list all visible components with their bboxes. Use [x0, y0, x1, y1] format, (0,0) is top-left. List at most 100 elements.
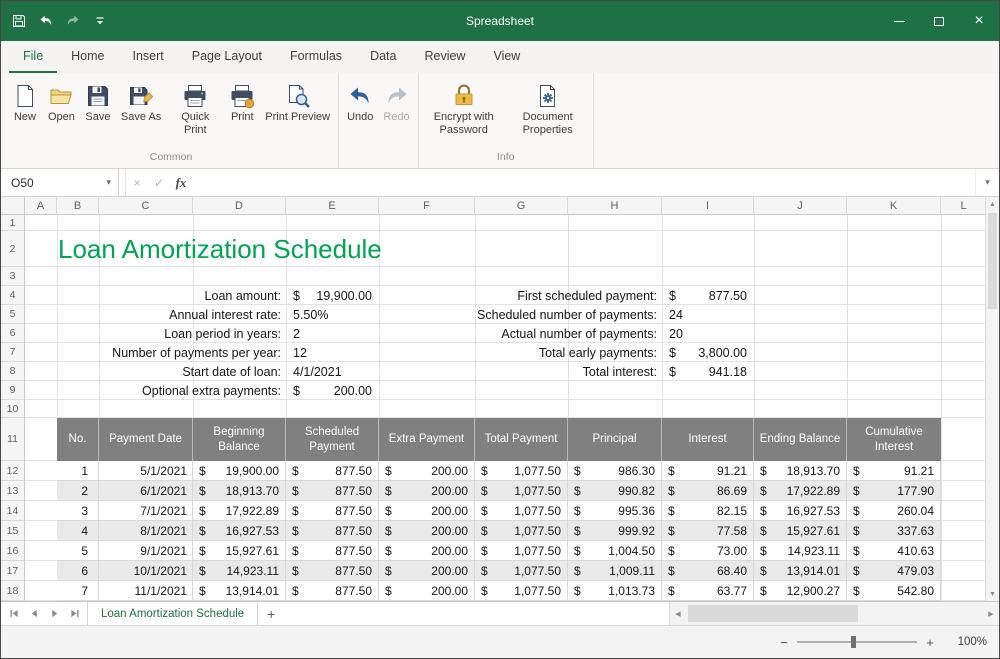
horizontal-scrollbar-track[interactable] — [686, 602, 983, 625]
row-header-7[interactable]: 7 — [1, 343, 25, 362]
cell-total-payment[interactable]: $1,077.50 — [475, 581, 568, 600]
info-label[interactable]: Total early payments: — [379, 343, 662, 362]
cell-cumulative-interest[interactable]: $177.90 — [847, 481, 941, 500]
cell-ending-balance[interactable]: $18,913.70 — [754, 461, 847, 480]
column-header-d[interactable]: D — [193, 197, 286, 215]
row-header-2[interactable]: 2 — [1, 231, 25, 267]
table-header-no[interactable]: No. — [57, 418, 99, 461]
save-button[interactable]: Save — [80, 80, 116, 127]
scroll-left-icon[interactable]: ◀ — [670, 610, 686, 618]
cell-extra-payment[interactable]: $200.00 — [379, 501, 475, 520]
cell-payment-date[interactable]: 6/1/2021 — [99, 481, 193, 500]
sheet-title[interactable]: Loan Amortization Schedule — [58, 231, 382, 267]
row-header-15[interactable]: 15 — [1, 521, 25, 541]
cell-principal[interactable]: $1,013.73 — [568, 581, 662, 600]
table-header-interest[interactable]: Interest — [662, 418, 754, 461]
zoom-in-button[interactable]: + — [921, 635, 939, 650]
cell-total-payment[interactable]: $1,077.50 — [475, 461, 568, 480]
row-header-18[interactable]: 18 — [1, 581, 25, 601]
cell-interest[interactable]: $77.58 — [662, 521, 754, 540]
cell-extra-payment[interactable]: $200.00 — [379, 461, 475, 480]
table-header-beginning-balance[interactable]: Beginning Balance — [193, 418, 286, 461]
cell-name-box[interactable]: O50 ▾ — [1, 169, 119, 196]
grid-row[interactable] — [25, 267, 985, 286]
maximize-button[interactable] — [919, 1, 959, 41]
sheet-tab-loan-amortization-schedule[interactable]: Loan Amortization Schedule — [87, 602, 258, 625]
table-header-payment-date[interactable]: Payment Date — [99, 418, 193, 461]
cell-principal[interactable]: $995.36 — [568, 501, 662, 520]
cell-beginning-balance[interactable]: $14,923.11 — [193, 561, 286, 580]
info-value[interactable]: $3,800.00 — [662, 343, 754, 362]
info-value[interactable]: $877.50 — [662, 286, 754, 305]
zoom-slider-thumb[interactable] — [851, 636, 856, 648]
cancel-formula-icon[interactable]: × — [126, 169, 148, 196]
formula-input[interactable] — [192, 169, 975, 196]
cell-scheduled-payment[interactable]: $877.50 — [286, 521, 379, 540]
row-header-12[interactable]: 12 — [1, 461, 25, 481]
row-header-16[interactable]: 16 — [1, 541, 25, 561]
cell-cumulative-interest[interactable]: $410.63 — [847, 541, 941, 560]
info-value[interactable]: 20 — [662, 324, 754, 343]
info-value[interactable]: 4/1/2021 — [286, 362, 379, 381]
last-sheet-icon[interactable] — [65, 602, 83, 625]
ribbon-tab-page-layout[interactable]: Page Layout — [178, 41, 276, 73]
cell-total-payment[interactable]: $1,077.50 — [475, 501, 568, 520]
cell-principal[interactable]: $999.92 — [568, 521, 662, 540]
info-value[interactable]: $200.00 — [286, 381, 379, 400]
quick-access-dropdown-icon[interactable] — [92, 13, 108, 29]
row-header-9[interactable]: 9 — [1, 381, 25, 400]
cell-total-payment[interactable]: $1,077.50 — [475, 541, 568, 560]
add-sheet-button[interactable]: + — [258, 602, 284, 625]
ribbon-tab-insert[interactable]: Insert — [119, 41, 178, 73]
cell-scheduled-payment[interactable]: $877.50 — [286, 561, 379, 580]
cell-no[interactable]: 7 — [57, 581, 99, 600]
cell-beginning-balance[interactable]: $15,927.61 — [193, 541, 286, 560]
vertical-scrollbar-thumb[interactable] — [988, 213, 997, 309]
cell-scheduled-payment[interactable]: $877.50 — [286, 541, 379, 560]
column-header-a[interactable]: A — [25, 197, 57, 215]
cell-cumulative-interest[interactable]: $542.80 — [847, 581, 941, 600]
ribbon-tab-review[interactable]: Review — [410, 41, 479, 73]
row-header-4[interactable]: 4 — [1, 286, 25, 305]
cell-extra-payment[interactable]: $200.00 — [379, 581, 475, 600]
grid-row[interactable] — [25, 215, 985, 231]
cell-interest[interactable]: $91.21 — [662, 461, 754, 480]
cell-scheduled-payment[interactable]: $877.50 — [286, 461, 379, 480]
cell-ending-balance[interactable]: $13,914.01 — [754, 561, 847, 580]
cell-ending-balance[interactable]: $17,922.89 — [754, 481, 847, 500]
column-header-l[interactable]: L — [941, 197, 985, 215]
cell-payment-date[interactable]: 5/1/2021 — [99, 461, 193, 480]
cell-cumulative-interest[interactable]: $479.03 — [847, 561, 941, 580]
cell-ending-balance[interactable]: $12,900.27 — [754, 581, 847, 600]
cell-principal[interactable]: $1,009.11 — [568, 561, 662, 580]
quick-print-button[interactable]: Quick Print — [166, 80, 224, 139]
ribbon-tab-view[interactable]: View — [479, 41, 534, 73]
open-button[interactable]: Open — [43, 80, 80, 127]
ribbon-tab-file[interactable]: File — [9, 41, 57, 73]
row-header-5[interactable]: 5 — [1, 305, 25, 324]
column-header-c[interactable]: C — [99, 197, 193, 215]
cell-ending-balance[interactable]: $15,927.61 — [754, 521, 847, 540]
cell-no[interactable]: 5 — [57, 541, 99, 560]
cell-no[interactable]: 1 — [57, 461, 99, 480]
cell-beginning-balance[interactable]: $17,922.89 — [193, 501, 286, 520]
scroll-up-icon[interactable]: ▲ — [986, 197, 999, 211]
info-label[interactable]: Optional extra payments: — [25, 381, 286, 400]
row-header-10[interactable]: 10 — [1, 400, 25, 418]
ribbon-tab-home[interactable]: Home — [57, 41, 118, 73]
cell-interest[interactable]: $68.40 — [662, 561, 754, 580]
redo-icon[interactable] — [65, 13, 81, 29]
row-header-8[interactable]: 8 — [1, 362, 25, 381]
cell-principal[interactable]: $1,004.50 — [568, 541, 662, 560]
column-header-h[interactable]: H — [568, 197, 662, 215]
ribbon-tab-formulas[interactable]: Formulas — [276, 41, 356, 73]
table-header-scheduled-payment[interactable]: Scheduled Payment — [286, 418, 379, 461]
insert-function-icon[interactable]: fx — [170, 169, 192, 196]
cell-payment-date[interactable]: 11/1/2021 — [99, 581, 193, 600]
info-label[interactable]: Annual interest rate: — [25, 305, 286, 324]
cell-no[interactable]: 3 — [57, 501, 99, 520]
scroll-right-icon[interactable]: ▶ — [983, 610, 999, 618]
info-value[interactable]: $941.18 — [662, 362, 754, 381]
info-value[interactable]: 2 — [286, 324, 379, 343]
cell-total-payment[interactable]: $1,077.50 — [475, 561, 568, 580]
